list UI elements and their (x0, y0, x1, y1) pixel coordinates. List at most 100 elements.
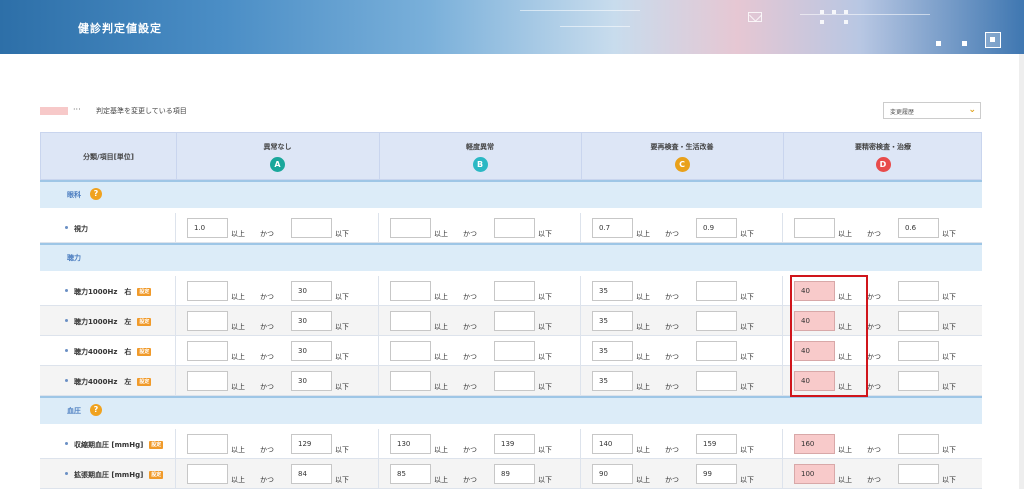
lower-bound-input[interactable]: 35 (592, 311, 633, 331)
lower-bound-input[interactable]: 35 (592, 281, 633, 301)
lower-bound-input[interactable]: 140 (592, 434, 633, 454)
lower-bound-input[interactable]: 90 (592, 464, 633, 484)
section-header: 聴力 (40, 243, 982, 271)
upper-bound-input[interactable]: 30 (291, 281, 332, 301)
upper-bound-input[interactable]: 30 (291, 311, 332, 331)
and-word: かつ (463, 383, 477, 391)
ge-word: 以上 (636, 383, 650, 391)
and-word: かつ (665, 446, 679, 454)
ge-word: 以上 (636, 353, 650, 361)
upper-bound-input[interactable] (898, 311, 939, 331)
cell-divider (580, 306, 581, 336)
lower-bound-input[interactable]: 160 (794, 434, 835, 454)
cell-divider (175, 213, 176, 243)
le-word: 以下 (538, 230, 552, 238)
lower-bound-input[interactable]: 1.0 (187, 218, 228, 238)
cell-divider (378, 366, 379, 396)
ge-word: 以上 (434, 323, 448, 331)
upper-bound-input[interactable] (898, 434, 939, 454)
upper-bound-input[interactable] (898, 371, 939, 391)
lower-bound-input[interactable] (187, 281, 228, 301)
and-word: かつ (867, 353, 881, 361)
upper-bound-input[interactable]: 129 (291, 434, 332, 454)
and-word: かつ (260, 383, 274, 391)
upper-bound-input[interactable]: 30 (291, 371, 332, 391)
ge-word: 以上 (838, 446, 852, 454)
upper-bound-input[interactable] (696, 341, 737, 361)
setting-tag: 設定 (137, 348, 152, 356)
banner-dot (962, 41, 967, 46)
le-word: 以下 (740, 353, 754, 361)
upper-bound-input[interactable] (494, 371, 535, 391)
upper-bound-input[interactable]: 0.9 (696, 218, 737, 238)
cell-divider (175, 459, 176, 489)
lower-bound-input[interactable] (390, 311, 431, 331)
history-select-value: 変更履歴 (890, 109, 915, 116)
cell-divider (175, 429, 176, 459)
le-word: 以下 (538, 353, 552, 361)
lower-bound-input[interactable] (187, 371, 228, 391)
help-icon[interactable]: ? (90, 188, 102, 200)
lower-bound-input[interactable] (390, 218, 431, 238)
upper-bound-input[interactable] (291, 218, 332, 238)
upper-bound-input[interactable] (696, 311, 737, 331)
lower-bound-input[interactable]: 130 (390, 434, 431, 454)
upper-bound-input[interactable]: 84 (291, 464, 332, 484)
le-word: 以下 (942, 446, 956, 454)
and-word: かつ (665, 230, 679, 238)
ge-word: 以上 (838, 476, 852, 484)
upper-bound-input[interactable]: 89 (494, 464, 535, 484)
lower-bound-input[interactable]: 100 (794, 464, 835, 484)
and-word: かつ (867, 476, 881, 484)
window-square-icon[interactable] (985, 32, 1001, 48)
upper-bound-input[interactable]: 139 (494, 434, 535, 454)
help-icon[interactable]: ? (90, 404, 102, 416)
lower-bound-input[interactable] (794, 218, 835, 238)
grade-badge: D (875, 157, 891, 172)
lower-bound-input[interactable]: 35 (592, 341, 633, 361)
upper-bound-input[interactable] (494, 218, 535, 238)
and-word: かつ (867, 383, 881, 391)
lower-bound-input[interactable]: 35 (592, 371, 633, 391)
upper-bound-input[interactable] (898, 341, 939, 361)
grade-badge: C (674, 157, 690, 172)
ge-word: 以上 (231, 230, 245, 238)
and-word: かつ (665, 323, 679, 331)
le-word: 以下 (942, 230, 956, 238)
scrollbar[interactable] (1019, 54, 1024, 489)
lower-bound-input[interactable] (390, 341, 431, 361)
and-word: かつ (463, 230, 477, 238)
upper-bound-input[interactable] (494, 341, 535, 361)
lower-bound-input[interactable] (390, 371, 431, 391)
table-row: 視力 1.0 以上 かつ 以下 以上 かつ 以下 0.7 以上 かつ 0.9 以下 以上 かつ 0.6 以下 (40, 213, 982, 243)
le-word: 以下 (335, 476, 349, 484)
history-select[interactable]: 変更履歴 ⌄ (883, 102, 981, 119)
lower-bound-input[interactable]: 0.7 (592, 218, 633, 238)
item-label-text: 聴力1000Hz 左 (74, 318, 132, 326)
upper-bound-input[interactable]: 30 (291, 341, 332, 361)
and-word: かつ (260, 476, 274, 484)
le-word: 以下 (942, 476, 956, 484)
upper-bound-input[interactable] (494, 281, 535, 301)
upper-bound-input[interactable] (696, 281, 737, 301)
upper-bound-input[interactable] (494, 311, 535, 331)
lower-bound-input[interactable] (187, 464, 228, 484)
upper-bound-input[interactable]: 159 (696, 434, 737, 454)
upper-bound-input[interactable] (898, 281, 939, 301)
lower-bound-input[interactable] (187, 311, 228, 331)
banner-decoration (832, 10, 836, 14)
lower-bound-input[interactable] (187, 434, 228, 454)
item-label-text: 視力 (74, 225, 88, 233)
upper-bound-input[interactable] (696, 371, 737, 391)
upper-bound-input[interactable]: 99 (696, 464, 737, 484)
section-label: 眼科 (67, 191, 81, 199)
lower-bound-input[interactable]: 85 (390, 464, 431, 484)
upper-bound-input[interactable] (898, 464, 939, 484)
lower-bound-input[interactable] (187, 341, 228, 361)
lower-bound-input[interactable] (390, 281, 431, 301)
and-word: かつ (260, 446, 274, 454)
upper-bound-input[interactable]: 0.6 (898, 218, 939, 238)
le-word: 以下 (942, 323, 956, 331)
cell-divider (580, 459, 581, 489)
item-label: 拡張期血圧 [mmHg] 設定 (74, 470, 164, 480)
